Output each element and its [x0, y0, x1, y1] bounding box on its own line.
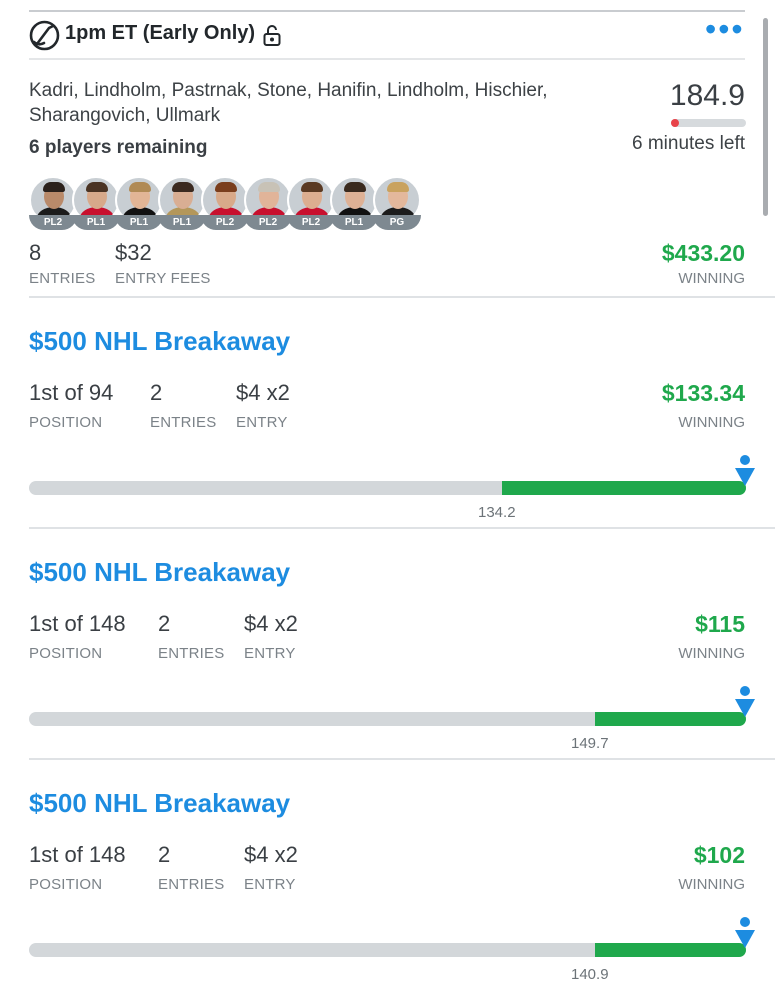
time-remaining-bar	[671, 119, 746, 127]
time-left: 6 minutes left	[632, 133, 745, 154]
contest-position-label: POSITION	[29, 876, 103, 893]
player-avatar[interactable]: PL1	[115, 176, 163, 230]
avatar-hair	[344, 182, 366, 192]
players-remaining: 6 players remaining	[29, 137, 208, 158]
lineup-winning-label: WINNING	[678, 270, 745, 287]
avatar-position-badge: PL2	[287, 215, 335, 230]
cutoff-score: 149.7	[571, 735, 609, 752]
contest-entries: 2	[158, 842, 171, 867]
scrollbar[interactable]	[763, 18, 768, 216]
contest-position: 1st of 94	[29, 380, 114, 405]
contest-position-label: POSITION	[29, 414, 103, 431]
cutoff-score: 134.2	[478, 504, 516, 521]
section-divider	[29, 527, 775, 529]
winning-zone-bar	[502, 481, 746, 495]
player-avatar[interactable]: PG	[373, 176, 421, 230]
user-marker-icon	[735, 686, 755, 717]
user-marker-icon	[735, 455, 755, 486]
hockey-stick-icon	[29, 20, 60, 51]
player-avatars[interactable]: PL2 PL1 PL1 PL1 PL2 PL2 PL2 PL1 PG	[29, 176, 449, 232]
contest-name[interactable]: $500 NHL Breakaway	[29, 557, 290, 588]
contest-entry: $4 x2	[244, 842, 298, 867]
lineup-entries-label: ENTRIES	[29, 270, 96, 287]
contest-position: 1st of 148	[29, 842, 126, 867]
contest-entry-label: ENTRY	[244, 645, 296, 662]
contest-entry-label: ENTRY	[244, 876, 296, 893]
player-avatar[interactable]: PL2	[244, 176, 292, 230]
lineup-entry-fees-label: ENTRY FEES	[115, 270, 211, 287]
lineup-title: 1pm ET (Early Only)	[65, 22, 256, 44]
lineup-entry-fees: $32	[115, 240, 152, 265]
contest-entry-label: ENTRY	[236, 414, 288, 431]
contest-entry: $4 x2	[244, 611, 298, 636]
avatar-position-badge: PL2	[244, 215, 292, 230]
more-dots-icon[interactable]: •••	[705, 13, 743, 48]
avatar-hair	[129, 182, 151, 192]
player-avatar[interactable]: PL2	[287, 176, 335, 230]
section-divider	[29, 296, 775, 298]
avatar-position-badge: PL1	[330, 215, 378, 230]
avatar-hair	[301, 182, 323, 192]
contest-winning: $115	[695, 611, 745, 637]
header-divider	[29, 58, 745, 60]
lineup-score: 184.9	[669, 79, 745, 112]
user-marker-icon	[735, 917, 755, 948]
avatar-position-badge: PL2	[201, 215, 249, 230]
contest-position: 1st of 148	[29, 611, 126, 636]
avatar-position-badge: PG	[373, 215, 421, 230]
contest-entries-label: ENTRIES	[158, 645, 225, 662]
top-divider	[29, 10, 745, 12]
cutoff-score: 140.9	[571, 966, 609, 982]
avatar-position-badge: PL2	[29, 215, 77, 230]
player-avatar[interactable]: PL1	[72, 176, 120, 230]
contest-position-label: POSITION	[29, 645, 103, 662]
section-divider	[29, 758, 775, 760]
player-avatar[interactable]: PL1	[158, 176, 206, 230]
avatar-hair	[86, 182, 108, 192]
contest-card[interactable]: $500 NHL Breakaway 1st of 148 POSITION 2 ENT…	[0, 788, 775, 982]
contest-entry: $4 x2	[236, 380, 290, 405]
winning-zone-bar	[595, 943, 746, 957]
avatar-hair	[258, 182, 280, 192]
avatar-hair	[215, 182, 237, 192]
contest-card[interactable]: $500 NHL Breakaway 1st of 94 POSITION 2 ENTR…	[0, 326, 775, 556]
winning-zone-bar	[595, 712, 746, 726]
contest-entries: 2	[150, 380, 163, 405]
time-remaining-fill	[671, 119, 679, 127]
contest-winning-label: WINNING	[678, 876, 745, 893]
contest-entries-label: ENTRIES	[158, 876, 225, 893]
avatar-position-badge: PL1	[72, 215, 120, 230]
avatar-hair	[387, 182, 409, 192]
avatar-hair	[172, 182, 194, 192]
contest-name[interactable]: $500 NHL Breakaway	[29, 326, 290, 357]
contest-name[interactable]: $500 NHL Breakaway	[29, 788, 290, 819]
avatar-position-badge: PL1	[158, 215, 206, 230]
lineup-players: Kadri, Lindholm, Pastrnak, Stone, Hanifi…	[29, 80, 548, 126]
contest-entries: 2	[158, 611, 171, 636]
contest-winning: $133.34	[661, 380, 745, 406]
avatar-hair	[43, 182, 65, 192]
lineup-header[interactable]: 1pm ET (Early Only) •••	[29, 13, 745, 52]
lineup-entries: 8	[29, 240, 42, 265]
player-avatar[interactable]: PL2	[201, 176, 249, 230]
unlock-icon[interactable]	[263, 24, 281, 46]
lineup-winning: $433.20	[661, 240, 745, 266]
player-avatar[interactable]: PL2	[29, 176, 77, 230]
contest-winning: $102	[693, 842, 745, 868]
contest-winning-label: WINNING	[678, 414, 745, 431]
contest-card[interactable]: $500 NHL Breakaway 1st of 148 POSITION 2 ENT…	[0, 557, 775, 787]
contest-winning-label: WINNING	[678, 645, 745, 662]
contest-entries-label: ENTRIES	[150, 414, 217, 431]
player-avatar[interactable]: PL1	[330, 176, 378, 230]
avatar-position-badge: PL1	[115, 215, 163, 230]
